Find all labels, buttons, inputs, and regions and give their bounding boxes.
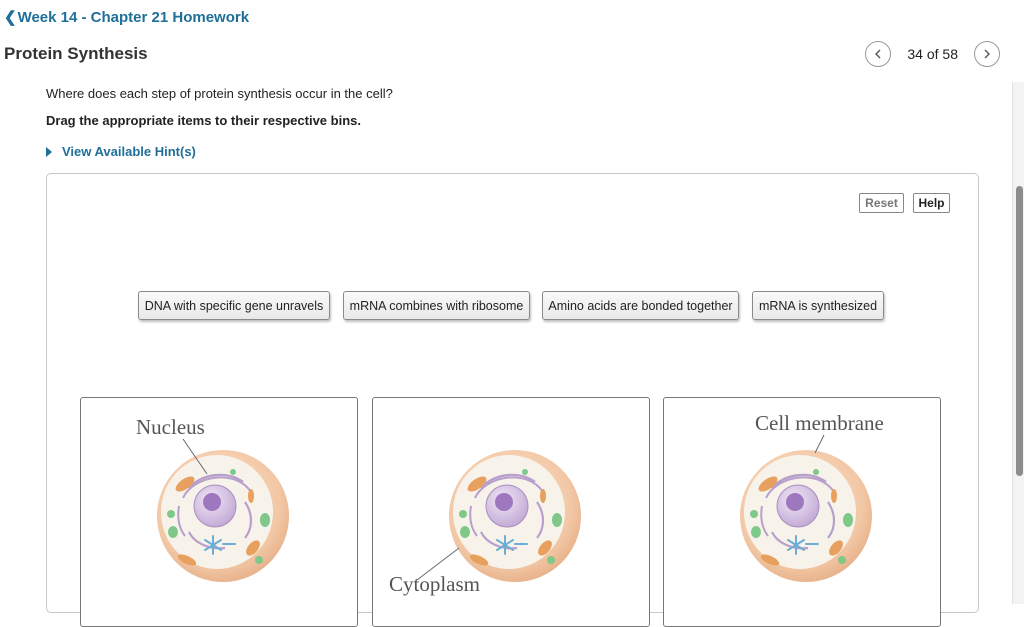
reset-button[interactable]: Reset <box>859 193 904 213</box>
draggable-item-dna-unravels[interactable]: DNA with specific gene unravels <box>138 291 330 320</box>
label-leader-line <box>182 438 208 475</box>
chevron-left-icon: ❮ <box>4 9 17 26</box>
expand-triangle-icon <box>46 146 52 157</box>
bin-nucleus[interactable]: Nucleus <box>80 397 358 627</box>
question-instruction: Drag the appropriate items to their resp… <box>46 113 361 128</box>
bin-label-nucleus: Nucleus <box>136 415 205 439</box>
page-title: Protein Synthesis <box>4 44 148 63</box>
help-button[interactable]: Help <box>913 193 950 213</box>
view-hints-label: View Available Hint(s) <box>62 144 196 159</box>
draggable-item-amino-acids[interactable]: Amino acids are bonded together <box>542 291 739 320</box>
chevron-left-icon <box>875 49 881 59</box>
view-hints-toggle[interactable]: View Available Hint(s) <box>46 144 196 159</box>
bin-label-cytoplasm: Cytoplasm <box>389 572 481 596</box>
drag-drop-workspace: Reset Help DNA with specific gene unrave… <box>46 173 979 627</box>
question-count: 34 of 58 <box>907 46 958 62</box>
back-link-label: Week 14 - Chapter 21 Homework <box>17 8 250 26</box>
label-leader-line <box>814 434 825 454</box>
draggable-item-mrna-ribosome[interactable]: mRNA combines with ribosome <box>343 291 530 320</box>
back-to-assignment-link[interactable]: ❮ Week 14 - Chapter 21 Homework <box>4 8 250 27</box>
scrollbar-thumb[interactable] <box>1016 186 1023 476</box>
question-pager: 34 of 58 <box>865 41 1000 67</box>
bin-cytoplasm[interactable]: Cytoplasm <box>372 397 650 627</box>
chevron-right-icon <box>984 49 990 59</box>
animal-cell-illustration <box>155 448 291 584</box>
bin-cell-membrane[interactable]: Cell membrane <box>663 397 941 627</box>
next-question-button[interactable] <box>974 41 1000 67</box>
previous-question-button[interactable] <box>865 41 892 67</box>
draggable-item-mrna-synthesized[interactable]: mRNA is synthesized <box>752 291 884 320</box>
bin-label-cell-membrane: Cell membrane <box>755 411 884 435</box>
animal-cell-illustration <box>738 448 874 584</box>
question-prompt: Where does each step of protein synthesi… <box>46 86 393 101</box>
vertical-scrollbar[interactable] <box>1012 82 1024 604</box>
